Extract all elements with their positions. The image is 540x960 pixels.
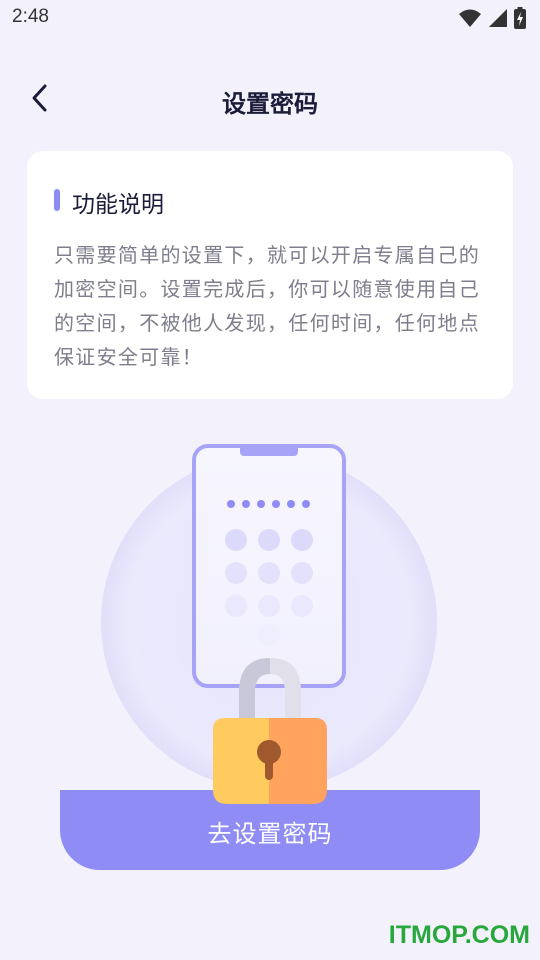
battery-charging-icon	[514, 7, 526, 29]
signal-icon	[489, 9, 507, 27]
watermark: ITMOP.COM	[388, 921, 530, 949]
card-heading: 功能说明	[72, 192, 164, 218]
set-password-button-label: 去设置密码	[207, 820, 333, 848]
wifi-icon	[459, 9, 481, 27]
status-time: 2:48	[12, 6, 49, 27]
info-card: 功能说明 只需要简单的设置下，就可以开启专属自己的加密空间。设置完成后，你可以随…	[27, 151, 513, 399]
page-title: 设置密码	[222, 90, 318, 118]
padlock-icon	[213, 658, 327, 804]
card-description: 只需要简单的设置下，就可以开启专属自己的加密空间。设置完成后，你可以随意使用自己…	[54, 243, 480, 369]
status-bar: 2:48	[0, 0, 540, 36]
status-icons	[458, 7, 526, 29]
card-accent-bar	[54, 189, 60, 211]
